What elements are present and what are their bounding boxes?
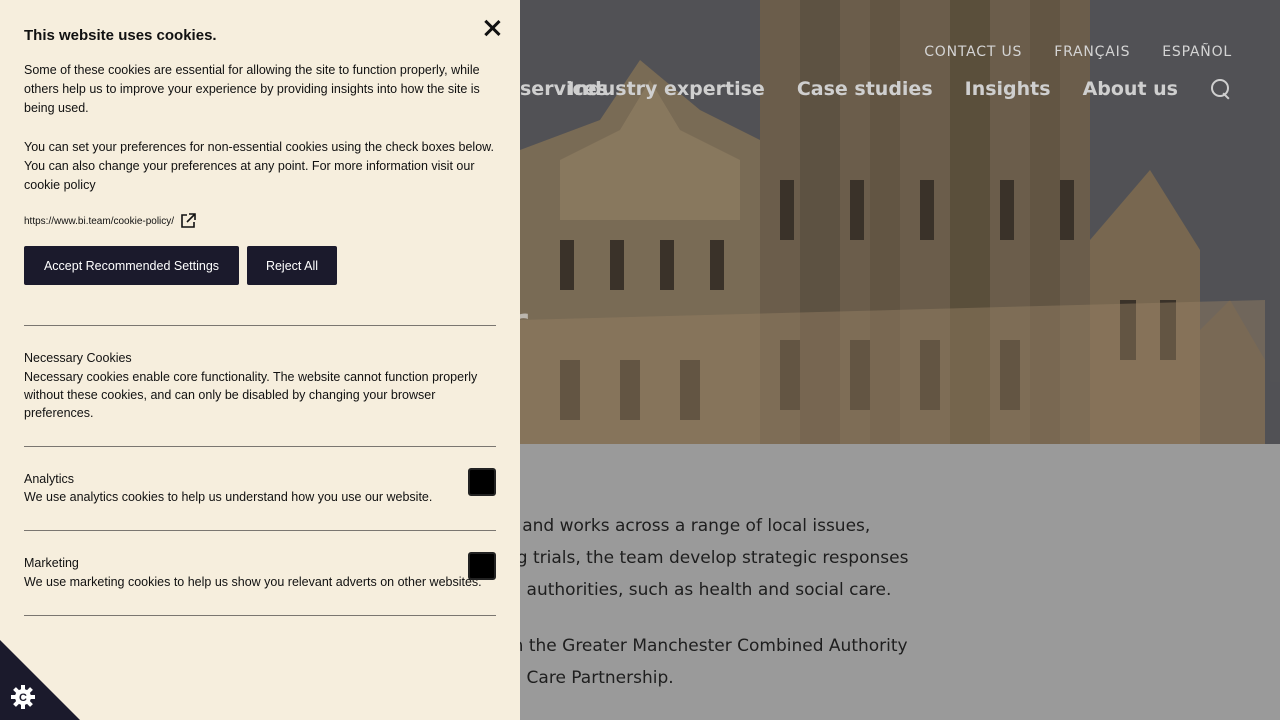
- analytics-checkbox[interactable]: [468, 468, 496, 496]
- nav-item-industry-expertise[interactable]: Industry expertise: [568, 78, 765, 100]
- body-line: th the Greater Manchester Combined Autho…: [506, 636, 908, 656]
- search-icon[interactable]: [1210, 78, 1232, 100]
- cookie-settings-icon[interactable]: C: [0, 640, 80, 720]
- body-line: al authorities, such as health and socia…: [506, 580, 892, 600]
- cookie-policy-url[interactable]: https://www.bi.team/cookie-policy/: [24, 216, 174, 227]
- contact-us-link[interactable]: CONTACT US: [924, 44, 1022, 60]
- marketing-title: Marketing: [24, 556, 79, 570]
- marketing-checkbox[interactable]: [468, 552, 496, 580]
- body-text: 6 and works across a range of local issu…: [506, 510, 926, 694]
- external-link-icon[interactable]: [180, 213, 196, 229]
- francais-link[interactable]: FRANÇAIS: [1054, 44, 1130, 60]
- cookie-preferences-text: You can set your preferences for non-ess…: [24, 140, 494, 192]
- nav-item-insights[interactable]: Insights: [965, 78, 1051, 100]
- body-line: 6 and works across a range of local issu…: [506, 516, 871, 536]
- nav-item-case-studies[interactable]: Case studies: [797, 78, 933, 100]
- utility-nav: CONTACT US FRANÇAIS ESPAÑOL: [924, 44, 1232, 60]
- cookie-intro-text: Some of these cookies are essential for …: [24, 63, 480, 115]
- accept-recommended-button[interactable]: Accept Recommended Settings: [24, 246, 239, 285]
- cookie-policy-link[interactable]: https://www.bi.team/cookie-policy/: [24, 213, 196, 229]
- body-line: ng trials, the team develop strategic re…: [506, 548, 909, 568]
- svg-text:C: C: [19, 692, 27, 704]
- necessary-cookies-desc: Necessary cookies enable core functional…: [24, 370, 478, 420]
- divider: [24, 446, 496, 447]
- cookie-consent-panel: This website uses cookies. Some of these…: [0, 0, 520, 720]
- close-icon[interactable]: [482, 18, 502, 38]
- divider: [24, 615, 496, 616]
- divider: [24, 530, 496, 531]
- nav-item-about-us[interactable]: About us: [1083, 78, 1178, 100]
- necessary-cookies-title: Necessary Cookies: [24, 351, 132, 365]
- analytics-title: Analytics: [24, 472, 75, 486]
- divider: [24, 325, 496, 326]
- analytics-desc: We use analytics cookies to help us unde…: [24, 490, 433, 504]
- body-line: al Care Partnership.: [506, 668, 674, 688]
- cookie-panel-title: This website uses cookies.: [24, 27, 217, 44]
- main-nav: Industry expertise Case studies Insights…: [520, 78, 1232, 100]
- marketing-desc: We use marketing cookies to help us show…: [24, 575, 482, 589]
- espanol-link[interactable]: ESPAÑOL: [1162, 44, 1232, 60]
- reject-all-button[interactable]: Reject All: [247, 246, 337, 285]
